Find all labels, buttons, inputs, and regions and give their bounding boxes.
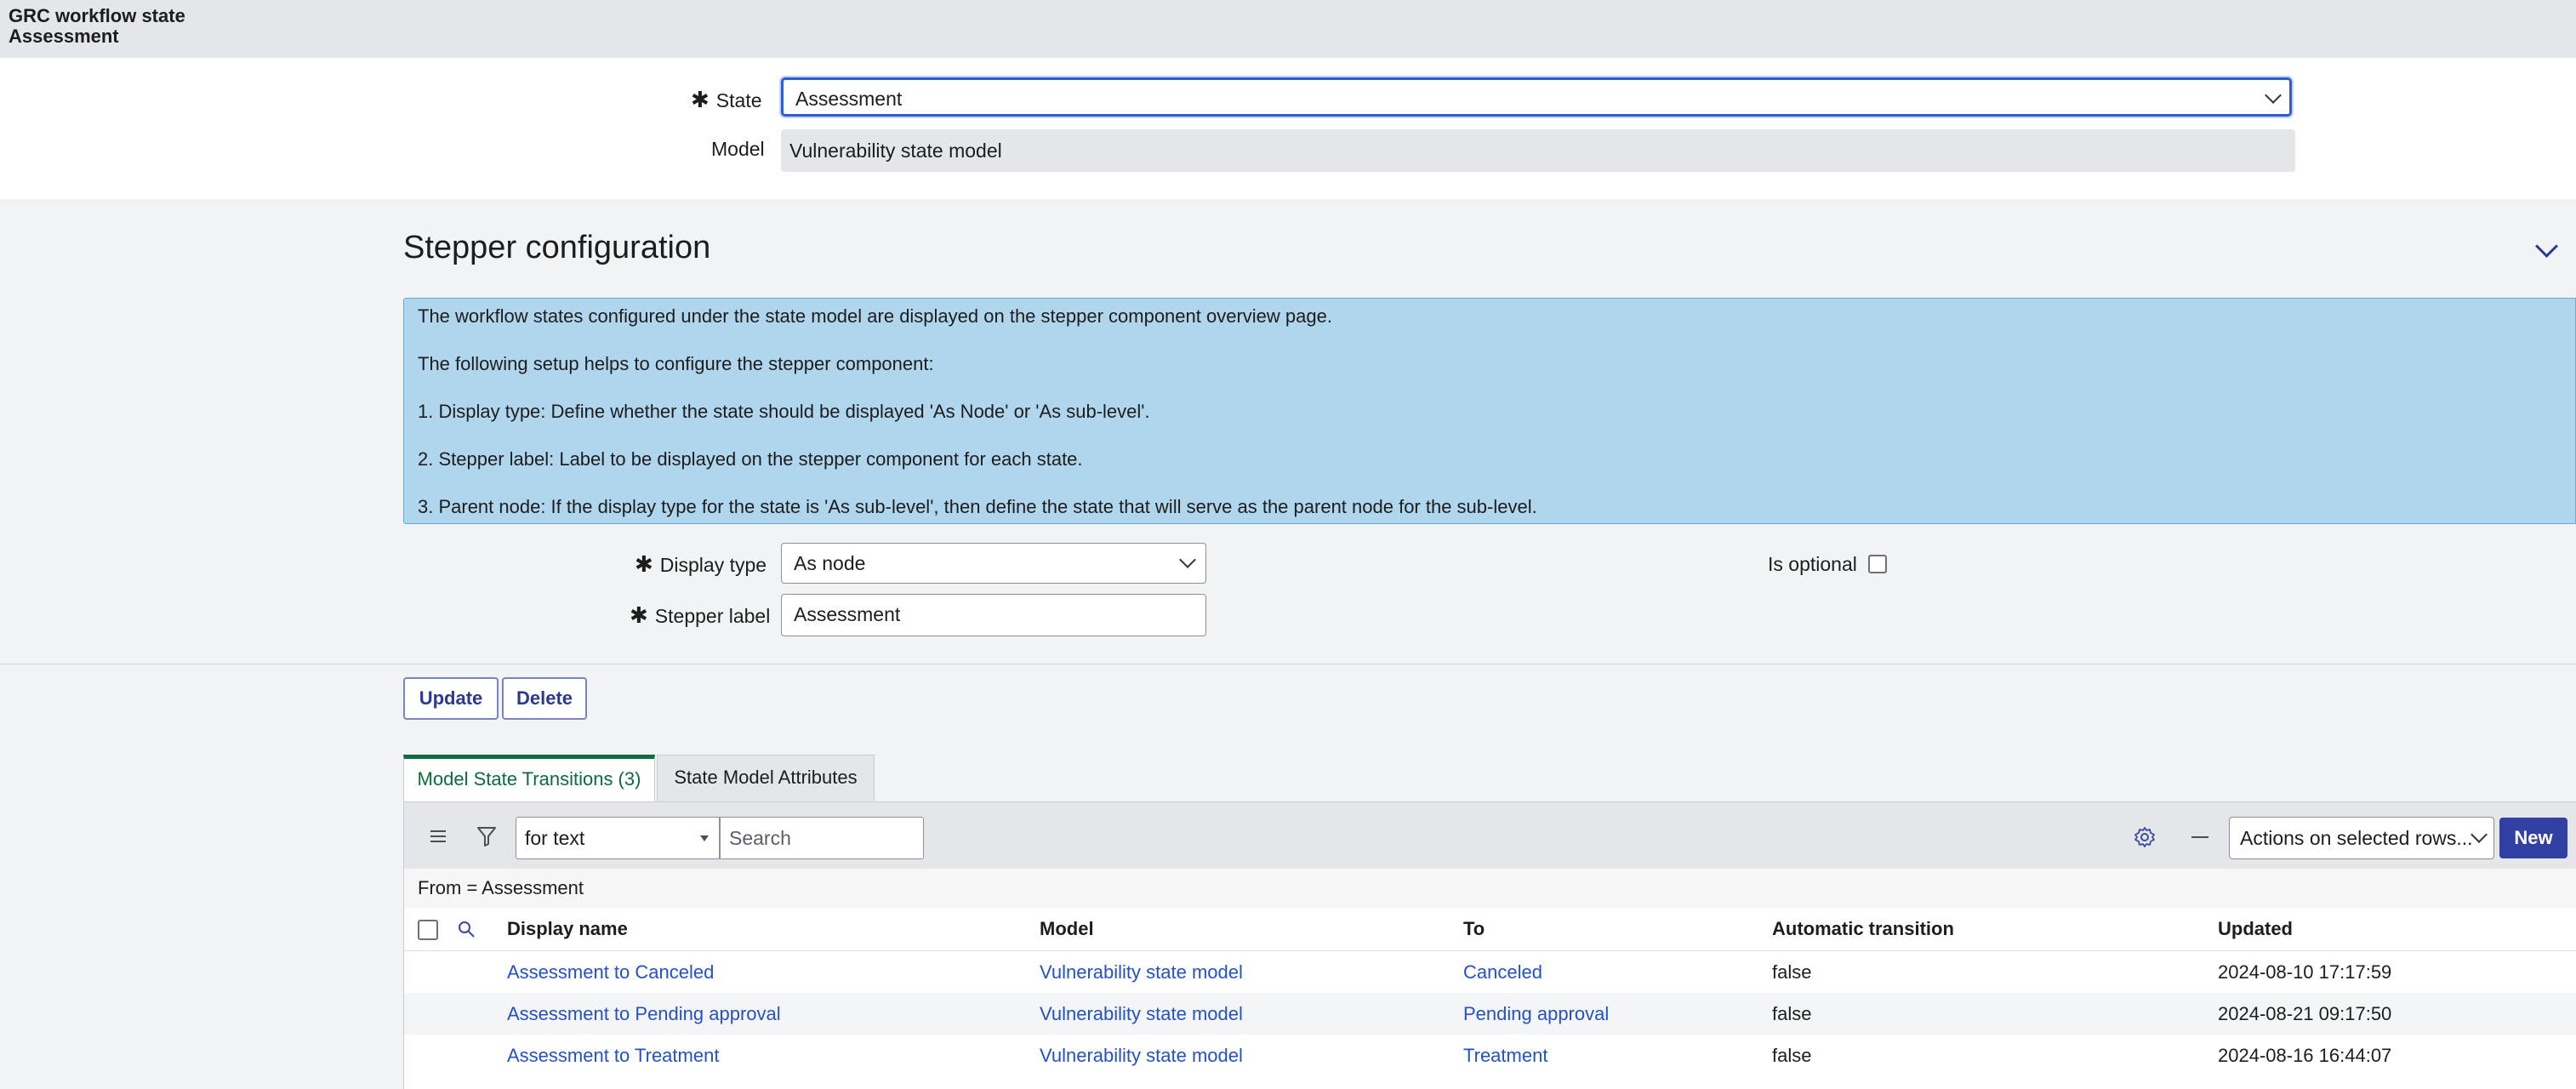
row-to-link[interactable]: Pending approval [1463,1003,1609,1025]
display-type-value: As node [794,552,866,574]
table-row: Assessment to Treatment Vulnerability st… [404,1035,2576,1076]
row-to-link[interactable]: Treatment [1463,1045,1547,1067]
row-display-name-link[interactable]: Assessment to Treatment [507,1045,719,1067]
list-menu-icon[interactable] [430,827,446,846]
row-display-name-link[interactable]: Assessment to Pending approval [507,1003,781,1025]
row-to-link[interactable]: Canceled [1463,961,1542,984]
row-automatic-value: false [1772,1003,1812,1024]
state-select-value: Assessment [795,88,903,110]
required-asterisk-icon: ✱ [635,551,653,577]
info-line: The workflow states configured under the… [418,305,1332,327]
actions-select-value: Actions on selected rows... [2240,827,2473,849]
filter-condition[interactable]: From = Assessment [418,877,584,899]
row-updated-value: 2024-08-10 17:17:59 [2218,961,2392,983]
column-header-model[interactable]: Model [1040,918,1094,940]
model-field-value: Vulnerability state model [789,140,1002,162]
column-header-updated[interactable]: Updated [2218,918,2293,940]
is-optional-checkbox[interactable] [1868,555,1887,573]
form-header-subtitle: Assessment [9,26,119,47]
search-input[interactable]: Search [720,817,924,859]
info-line: 3. Parent node: If the display type for … [418,496,1537,517]
minus-icon[interactable] [2191,836,2208,838]
form-header: GRC workflow state Assessment [0,0,2576,58]
tab-model-state-transitions[interactable]: Model State Transitions (3) [403,755,655,802]
filter-breadcrumb: From = Assessment [404,869,2576,909]
caret-down-icon [700,835,709,841]
row-model-link[interactable]: Vulnerability state model [1040,1045,1243,1067]
form-header-title: GRC workflow state [9,5,185,26]
stepper-label-value: Assessment [794,603,901,625]
row-display-name-link[interactable]: Assessment to Canceled [507,961,714,984]
row-updated-value: 2024-08-16 16:44:07 [2218,1045,2392,1066]
table-header: Display name Model To Automatic transiti… [404,908,2576,951]
new-button[interactable]: New [2499,818,2567,858]
display-type-label: ✱ Display type [635,551,767,577]
row-automatic-value: false [1772,1045,1812,1066]
chevron-down-icon [1179,551,1196,568]
update-button[interactable]: Update [403,677,499,720]
row-automatic-value: false [1772,961,1812,983]
stepper-label-input[interactable]: Assessment [781,594,1206,636]
column-header-automatic-transition[interactable]: Automatic transition [1772,918,1954,940]
select-all-checkbox[interactable] [418,920,438,940]
model-field: Vulnerability state model [781,129,2295,172]
gear-icon[interactable] [2134,826,2156,848]
chevron-down-icon [2471,826,2488,843]
chevron-down-icon [2265,87,2282,104]
actions-select[interactable]: Actions on selected rows... [2229,817,2494,859]
stepper-label-label: ✱ Stepper label [630,602,771,628]
collapse-chevron-icon[interactable] [2535,235,2558,258]
display-type-select[interactable]: As node [781,543,1206,584]
section-title: Stepper configuration [403,230,711,265]
search-icon[interactable] [457,920,476,938]
column-header-to[interactable]: To [1463,918,1485,940]
state-label: ✱ State [691,87,762,112]
search-field-select[interactable]: for text [516,817,720,859]
info-message: The workflow states configured under the… [403,298,2576,524]
table-row: Assessment to Pending approval Vulnerabi… [404,993,2576,1035]
row-model-link[interactable]: Vulnerability state model [1040,961,1243,984]
info-line: 2. Stepper label: Label to be displayed … [418,448,1083,470]
search-field-value: for text [525,827,585,849]
model-label: Model [711,138,765,160]
column-header-display-name[interactable]: Display name [507,918,628,940]
delete-button[interactable]: Delete [502,677,587,720]
search-input-placeholder: Search [729,827,791,849]
filter-icon[interactable] [476,825,497,847]
table-row: Assessment to Canceled Vulnerability sta… [404,951,2576,993]
row-updated-value: 2024-08-21 09:17:50 [2218,1003,2392,1024]
info-line: The following setup helps to configure t… [418,353,934,374]
state-select[interactable]: Assessment [781,77,2292,117]
row-model-link[interactable]: Vulnerability state model [1040,1003,1243,1025]
info-line: 1. Display type: Define whether the stat… [418,401,1150,422]
required-asterisk-icon: ✱ [691,87,710,112]
required-asterisk-icon: ✱ [630,602,648,628]
tab-state-model-attributes[interactable]: State Model Attributes [657,755,875,802]
is-optional-label: Is optional [1768,553,1857,575]
